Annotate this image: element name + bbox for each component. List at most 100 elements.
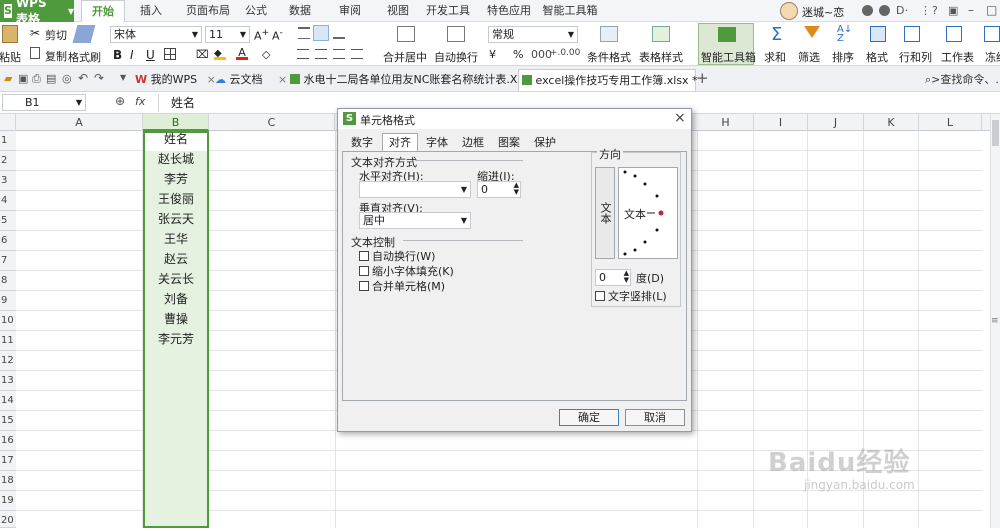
redo-icon[interactable]: ↷ xyxy=(94,71,104,85)
undo-icon[interactable]: ↶ xyxy=(78,71,88,85)
tab-alignment[interactable]: 对齐 xyxy=(382,133,418,152)
row-header[interactable]: 1 xyxy=(0,131,16,151)
vertical-scrollbar[interactable]: ≡ xyxy=(990,114,1000,528)
cell-b2[interactable]: 赵长城 xyxy=(143,149,209,169)
wrap-text-icon[interactable] xyxy=(447,26,465,42)
percent-icon[interactable]: % xyxy=(513,48,523,61)
align-top-icon[interactable] xyxy=(298,27,310,39)
cell-b3[interactable]: 李芳 xyxy=(143,169,209,189)
more-icon[interactable]: ? xyxy=(932,4,938,17)
tab-insert[interactable]: 插入 xyxy=(132,0,170,22)
align-middle-icon[interactable] xyxy=(313,25,329,41)
cell-b1[interactable]: 姓名 xyxy=(143,129,209,149)
fill-color-icon[interactable]: ◆ xyxy=(214,46,226,60)
tab-view[interactable]: 视图 xyxy=(380,0,416,22)
font-grow-icon[interactable]: A+ xyxy=(254,27,269,43)
rows-columns-icon[interactable] xyxy=(904,26,920,42)
user-name[interactable]: 迷城~恋 xyxy=(802,4,844,20)
search-command-input[interactable]: ⌕>查找命令、... xyxy=(925,71,1000,87)
table-style-button[interactable]: 表格样式 xyxy=(639,49,683,65)
sort-icon[interactable]: A↓ Z xyxy=(837,25,852,44)
fx-icon[interactable]: fx xyxy=(135,95,145,108)
tab-developer[interactable]: 开发工具 xyxy=(422,0,474,22)
row-header[interactable]: 8 xyxy=(0,271,16,291)
tab-review[interactable]: 审阅 xyxy=(332,0,368,22)
freeze-icon[interactable] xyxy=(984,26,1000,42)
font-size-select[interactable]: 11 ▼ xyxy=(205,26,250,43)
cell-b8[interactable]: 关云长 xyxy=(143,269,209,289)
row-header[interactable]: 17 xyxy=(0,451,16,471)
font-shrink-icon[interactable]: A- xyxy=(272,27,283,43)
cancel-button[interactable]: 取消 xyxy=(625,409,685,426)
smart-toolbox-button[interactable]: 智能工具箱 xyxy=(698,23,756,65)
conditional-format-icon[interactable] xyxy=(600,26,618,42)
cell-b10[interactable]: 曹操 xyxy=(143,309,209,329)
thousands-icon[interactable]: 000 xyxy=(531,48,552,61)
format-icon[interactable] xyxy=(870,26,886,42)
cell-b11[interactable]: 李元芳 xyxy=(143,329,209,349)
tab-number[interactable]: 数字 xyxy=(346,134,378,151)
minimize-icon[interactable]: – xyxy=(968,3,974,17)
column-header-h[interactable]: H xyxy=(698,114,754,131)
tab-protection[interactable]: 保护 xyxy=(528,134,562,151)
currency-icon[interactable]: ¥ xyxy=(489,48,496,61)
row-header[interactable]: 4 xyxy=(0,191,16,211)
row-header[interactable]: 16 xyxy=(0,431,16,451)
help-icon[interactable]: D· xyxy=(896,4,908,17)
increase-decimal-icon[interactable]: +.0 xyxy=(550,48,566,58)
tab-pattern[interactable]: 图案 xyxy=(492,134,526,151)
row-header[interactable]: 2 xyxy=(0,151,16,171)
tab-formulas[interactable]: 公式 xyxy=(238,0,274,22)
tab-cloud-docs[interactable]: ☁ 云文档 × xyxy=(215,69,287,91)
print-icon[interactable]: ⎙ xyxy=(32,72,41,86)
column-header-c[interactable]: C xyxy=(209,114,335,131)
tab-page-layout[interactable]: 页面布局 xyxy=(178,0,238,22)
vertical-align-select[interactable]: 居中 ▼ xyxy=(359,212,471,229)
indent-spinner[interactable]: 0 ▲ ▼ xyxy=(477,181,521,198)
tab-nc-statistics-xls[interactable]: 水电十二局各单位用友NC账套名称统计表.XLS × xyxy=(290,69,547,91)
row-header[interactable]: 12 xyxy=(0,351,16,371)
row-header[interactable]: 5 xyxy=(0,211,16,231)
worksheet-icon[interactable] xyxy=(946,26,962,42)
save-icon[interactable]: ▣ xyxy=(18,72,28,85)
align-bottom-icon[interactable] xyxy=(333,27,345,39)
filter-icon[interactable] xyxy=(804,26,820,38)
row-header[interactable]: 15 xyxy=(0,411,16,431)
copy-icon[interactable] xyxy=(30,47,40,59)
close-icon[interactable]: × xyxy=(674,110,686,126)
tab-special[interactable]: 特色应用 xyxy=(478,0,540,22)
select-all-corner[interactable] xyxy=(0,114,16,131)
rows-columns-button[interactable]: 行和列 xyxy=(899,49,932,65)
row-header[interactable]: 13 xyxy=(0,371,16,391)
preview-icon[interactable]: ▤ xyxy=(46,72,56,85)
align-right-icon[interactable] xyxy=(333,49,345,59)
font-color-icon[interactable]: A xyxy=(236,46,248,60)
row-header[interactable]: 18 xyxy=(0,471,16,491)
clear-icon[interactable]: ◇ xyxy=(262,48,270,61)
format-button[interactable]: 格式 xyxy=(866,49,888,65)
new-tab-plus-icon[interactable]: + xyxy=(696,69,709,87)
clear-format-icon[interactable]: ⌧ xyxy=(196,48,209,61)
skin-icon[interactable] xyxy=(879,5,890,16)
italic-icon[interactable]: I xyxy=(130,48,134,62)
align-left-icon[interactable] xyxy=(297,49,309,59)
tab-font[interactable]: 字体 xyxy=(420,134,454,151)
column-header-l[interactable]: L xyxy=(919,114,982,131)
row-header[interactable]: 9 xyxy=(0,291,16,311)
avatar[interactable] xyxy=(780,2,798,20)
decrease-decimal-icon[interactable]: .00 xyxy=(566,48,580,58)
close-icon[interactable]: × xyxy=(278,73,287,86)
paste-icon[interactable] xyxy=(2,25,18,43)
find-icon[interactable]: ◎ xyxy=(62,72,72,85)
row-header[interactable]: 14 xyxy=(0,391,16,411)
name-box[interactable]: B1 ▼ xyxy=(2,94,86,111)
split-handle-icon[interactable]: ≡ xyxy=(991,316,999,326)
sum-icon[interactable]: Σ xyxy=(771,24,782,45)
table-style-icon[interactable] xyxy=(652,26,670,42)
format-painter-button[interactable]: 格式刷 xyxy=(68,49,101,65)
row-header[interactable]: 20 xyxy=(0,511,16,528)
tab-my-wps[interactable]: W 我的WPS × xyxy=(135,69,216,91)
cell-b5[interactable]: 张云天 xyxy=(143,209,209,229)
bold-icon[interactable]: B xyxy=(113,48,122,62)
restore-icon[interactable]: ▣ xyxy=(948,4,958,17)
